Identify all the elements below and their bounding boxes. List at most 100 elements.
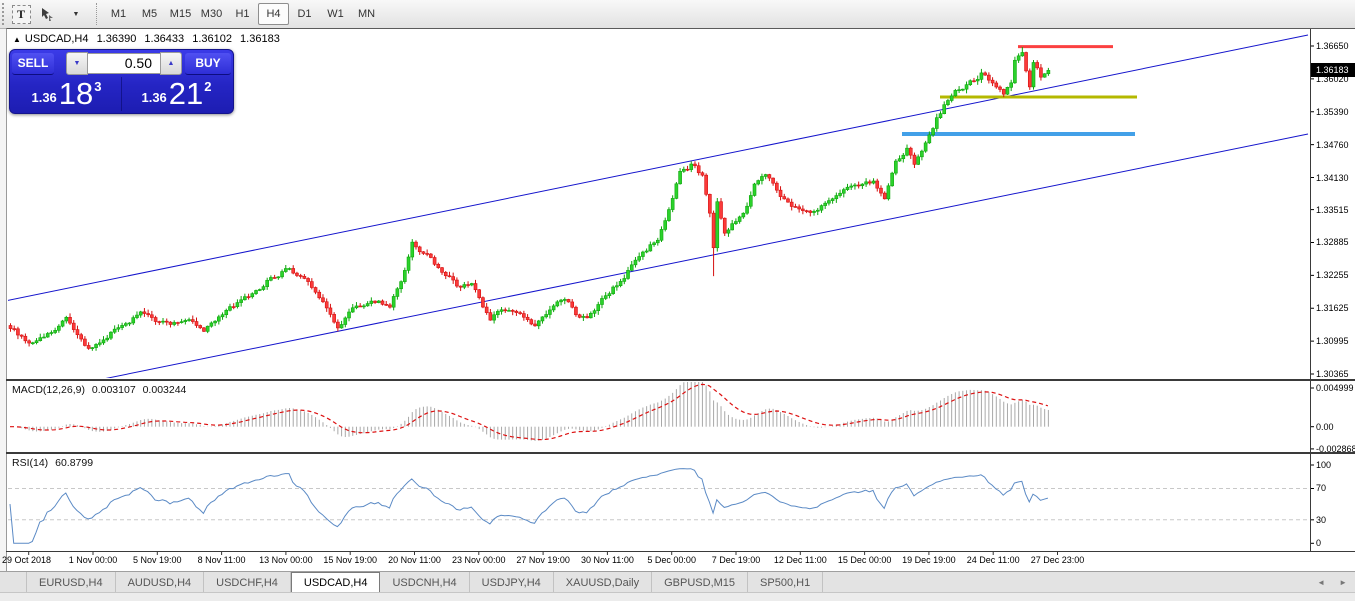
- ohlc-low: 1.36102: [192, 33, 232, 45]
- chart-tab-usdcad[interactable]: USDCAD,H4: [290, 572, 381, 593]
- buy-price-main: 21: [168, 76, 204, 111]
- sell-price-prefix: 1.36: [31, 90, 57, 105]
- price-axis-label: 1.34130: [1316, 172, 1349, 183]
- rsi-axis-label: 70: [1316, 483, 1327, 494]
- sell-price-pip: 3: [94, 79, 102, 94]
- chart-tab-sp500[interactable]: SP500,H1: [748, 572, 824, 593]
- rsi-value: 60.8799: [55, 457, 94, 469]
- chart-tab-eurusd[interactable]: EURUSD,H4: [26, 572, 116, 593]
- lot-increase-button[interactable]: ▲: [160, 52, 182, 75]
- scroll-right-icon[interactable]: ►: [1339, 578, 1347, 587]
- chart-tab-usdchf[interactable]: USDCHF,H4: [204, 572, 291, 593]
- price-axis-label: 1.30365: [1316, 369, 1349, 379]
- price-axis-separator: [1310, 29, 1311, 551]
- rsi-name: RSI(14): [12, 457, 49, 469]
- date-axis-label: 1 Nov 00:00: [68, 555, 118, 565]
- sell-price[interactable]: 1.36 18 3: [12, 77, 122, 111]
- date-axis-label: 27 Dec 23:00: [1030, 555, 1085, 565]
- price-axis-label: 1.34760: [1316, 139, 1349, 150]
- macd-axis-label: 0.004999: [1316, 383, 1354, 393]
- rsi-axis-label: 30: [1316, 514, 1327, 525]
- date-axis-label: 19 Dec 19:00: [902, 555, 956, 565]
- date-axis-label: 29 Oct 2018: [2, 555, 52, 565]
- current-price-tag: 1.36183: [1311, 63, 1355, 78]
- date-axis-label: 7 Dec 19:00: [711, 555, 761, 565]
- direction-up-icon: ▲: [13, 35, 21, 44]
- price-axis-label: 1.32255: [1316, 270, 1349, 281]
- date-axis-label: 27 Nov 19:00: [516, 555, 570, 565]
- date-axis-label: 8 Nov 11:00: [197, 555, 246, 565]
- chart-tab-audusd[interactable]: AUDUSD,H4: [116, 572, 205, 593]
- chart-tab-gbpusd[interactable]: GBPUSD,M15: [652, 572, 749, 593]
- cursor-arrows-icon: [42, 8, 53, 21]
- top-toolbar: T ▼ M1 M5 M15 M30 H1 H4 D1 W1 MN: [0, 0, 1355, 29]
- text-tool-button[interactable]: T: [9, 2, 33, 26]
- date-axis-label: 15 Nov 19:00: [323, 555, 377, 565]
- price-axis-label: 1.35390: [1316, 106, 1349, 117]
- macd-label: MACD(12,26,9) 0.003107 0.003244: [12, 384, 190, 396]
- caret-up-icon: ▲: [167, 60, 175, 67]
- lot-size-input[interactable]: 0.50: [88, 53, 160, 74]
- buy-button[interactable]: BUY: [185, 52, 231, 75]
- timeframe-button-m15[interactable]: M15: [165, 3, 196, 25]
- timeframe-button-h4[interactable]: H4: [258, 3, 289, 25]
- chart-tab-usdcnh[interactable]: USDCNH,H4: [380, 572, 470, 593]
- timeframe-button-m5[interactable]: M5: [134, 3, 165, 25]
- text-tool-icon: T: [11, 4, 31, 24]
- timeframe-button-h1[interactable]: H1: [227, 3, 258, 25]
- macd-axis-label: 0.00: [1316, 421, 1334, 432]
- lot-decrease-button[interactable]: ▼: [66, 52, 88, 75]
- chart-tabs-bar: EURUSD,H4 AUDUSD,H4 USDCHF,H4 USDCAD,H4 USDC…: [0, 571, 1355, 593]
- price-axis-label: 1.30995: [1316, 336, 1349, 347]
- date-axis-label: 12 Dec 11:00: [773, 555, 827, 565]
- macd-name: MACD(12,26,9): [12, 384, 85, 396]
- ohlc-high: 1.36433: [144, 33, 185, 45]
- date-axis-label: 30 Nov 11:00: [580, 555, 634, 565]
- sell-price-main: 18: [58, 76, 94, 111]
- sell-button[interactable]: SELL: [12, 52, 54, 75]
- main-macd-separator[interactable]: [6, 379, 1355, 381]
- timeframe-button-w1[interactable]: W1: [320, 3, 351, 25]
- price-axis-label: 1.31625: [1316, 303, 1349, 314]
- buy-price-pip: 2: [204, 79, 212, 94]
- arrow-objects-dropdown[interactable]: ▼: [61, 2, 91, 26]
- date-axis-label: 5 Nov 19:00: [133, 555, 182, 565]
- date-axis-label: 5 Dec 00:00: [647, 555, 696, 565]
- tab-scroll-buttons: ◄ ►: [1303, 572, 1355, 593]
- caret-down-icon: ▼: [73, 60, 81, 67]
- ohlc-close: 1.36183: [240, 33, 280, 45]
- buy-price-prefix: 1.36: [141, 90, 167, 105]
- price-axis-label: 1.32885: [1316, 237, 1349, 248]
- rsi-dates-separator: [6, 551, 1355, 552]
- date-axis-label: 20 Nov 11:00: [388, 555, 441, 565]
- scroll-left-icon[interactable]: ◄: [1317, 578, 1325, 587]
- chart-tabs: EURUSD,H4 AUDUSD,H4 USDCHF,H4 USDCAD,H4 USDC…: [0, 572, 824, 593]
- macd-rsi-separator[interactable]: [6, 452, 1355, 454]
- ohlc-open: 1.36390: [96, 33, 137, 45]
- date-axis-label: 23 Nov 00:00: [452, 555, 506, 565]
- toolbar-drag-handle[interactable]: [2, 3, 8, 25]
- rsi-axis-label: 100: [1316, 460, 1332, 470]
- rsi-label: RSI(14) 60.8799: [12, 457, 97, 469]
- timeframe-button-m1[interactable]: M1: [103, 3, 134, 25]
- chart-tab-usdjpy[interactable]: USDJPY,H4: [470, 572, 554, 593]
- timeframe-button-m30[interactable]: M30: [196, 3, 227, 25]
- timeframe-group: M1 M5 M15 M30 H1 H4 D1 W1 MN: [103, 3, 382, 25]
- chart-tab-xauusd[interactable]: XAUUSD,Daily: [554, 572, 653, 593]
- date-axis-label: 24 Dec 11:00: [966, 555, 1020, 565]
- price-axis-label: 1.33515: [1316, 204, 1349, 215]
- arrow-objects-button[interactable]: [35, 2, 59, 26]
- macd-signal-value: 0.003244: [142, 384, 187, 396]
- one-click-trade-panel: SELL ▼ 0.50 ▲ BUY 1.36 18 3 1.36 21 2: [9, 49, 234, 114]
- buy-price[interactable]: 1.36 21 2: [122, 77, 231, 111]
- macd-main-value: 0.003107: [91, 384, 136, 396]
- mt4-window: T ▼ M1 M5 M15 M30 H1 H4 D1 W1 MN ▲ USDCAD,H4 1.36…: [0, 0, 1355, 601]
- chart-symbol: USDCAD,H4: [24, 33, 89, 45]
- timeframe-button-d1[interactable]: D1: [289, 3, 320, 25]
- chevron-down-icon: ▼: [72, 10, 80, 18]
- rsi-axis-label: 0: [1316, 538, 1322, 549]
- price-axis-label: 1.36650: [1316, 41, 1349, 51]
- date-axis-label: 15 Dec 00:00: [837, 555, 892, 565]
- date-axis-label: 13 Nov 00:00: [259, 555, 313, 565]
- timeframe-button-mn[interactable]: MN: [351, 3, 382, 25]
